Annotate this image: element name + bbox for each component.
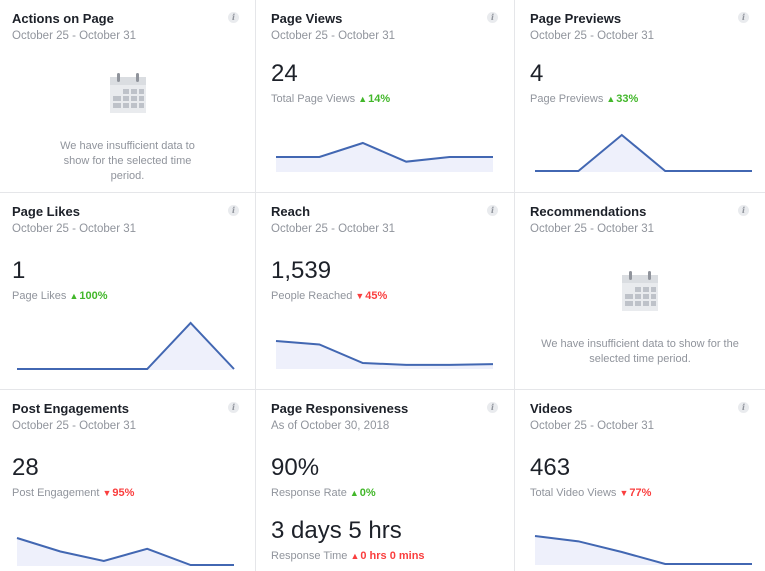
metric-value: 463 [530, 454, 571, 481]
info-icon[interactable]: i [487, 402, 498, 413]
empty-state: We have insufficient data to show for th… [0, 72, 255, 184]
metric-change: 14% [368, 93, 391, 105]
metric-change: 95% [112, 487, 135, 499]
sparkline [275, 340, 494, 369]
card-date-range: October 25 - October 31 [530, 223, 655, 235]
card-title: Page Views [271, 11, 343, 26]
card-title: Page Previews [530, 11, 622, 26]
trend-down-icon: ▼ [619, 488, 629, 498]
sparkline [16, 537, 234, 566]
metric-label: Post Engagement ▼95% [12, 487, 134, 499]
metric-label: Page Previews ▲33% [530, 93, 638, 105]
metric-change: 0 hrs 0 mins [360, 550, 425, 562]
metric-label-text: People Reached [271, 290, 353, 302]
info-icon[interactable]: i [228, 205, 239, 216]
metric-value: 1 [12, 257, 26, 284]
card-date-range: October 25 - October 31 [530, 420, 655, 432]
card-date-range: October 25 - October 31 [12, 223, 137, 235]
info-icon[interactable]: i [738, 205, 749, 216]
metric-label-text: Total Page Views [271, 93, 356, 105]
card-title: Actions on Page [12, 11, 114, 26]
metric-label: Total Page Views ▲14% [271, 93, 390, 105]
response-time-label: Response Time ▲0 hrs 0 mins [271, 550, 425, 562]
metric-label-text: Page Likes [12, 290, 67, 302]
metric-label-text: Total Video Views [530, 487, 617, 499]
card-title: Post Engagements [12, 401, 130, 416]
card-page-views[interactable]: Page Views October 25 - October 31 i 24 … [256, 0, 514, 192]
sparkline-area [17, 323, 234, 370]
card-date-range: October 25 - October 31 [12, 420, 137, 432]
metric-label-text: Response Time [271, 550, 348, 562]
response-rate-label: Response Rate ▲0% [271, 487, 376, 499]
metric-value: 1,539 [271, 257, 332, 284]
info-icon[interactable]: i [738, 402, 749, 413]
card-page-previews[interactable]: Page Previews October 25 - October 31 i … [515, 0, 765, 192]
empty-message: We have insufficient data to show for th… [60, 140, 195, 182]
insights-overview-grid: Actions on Page October 25 - October 31 … [0, 0, 765, 571]
sparkline [17, 321, 235, 370]
response-time-value: 3 days 5 hrs [271, 517, 402, 544]
info-icon[interactable]: i [487, 12, 498, 23]
sparkline [276, 141, 493, 172]
card-title: Recommendations [530, 204, 647, 219]
card-date-range: October 25 - October 31 [530, 30, 655, 42]
metric-value: 28 [12, 454, 39, 481]
metric-value: 4 [530, 60, 544, 87]
metric-change: 45% [365, 290, 388, 302]
card-actions-on-page[interactable]: Actions on Page October 25 - October 31 … [0, 0, 255, 192]
empty-message: We have insufficient data to show for th… [541, 338, 739, 365]
metric-value: 24 [271, 60, 298, 87]
calendar-icon [622, 271, 658, 311]
metric-label-text: Post Engagement [12, 487, 100, 499]
card-videos[interactable]: Videos October 25 - October 31 i 463 Tot… [515, 390, 765, 571]
card-page-likes[interactable]: Page Likes October 25 - October 31 i 1 P… [0, 193, 255, 389]
trend-up-icon: ▲ [349, 488, 359, 498]
metric-change: 33% [616, 93, 639, 105]
trend-down-icon: ▼ [355, 291, 365, 301]
metric-label: Total Video Views ▼77% [530, 487, 651, 499]
metric-change: 100% [79, 290, 108, 302]
sparkline-area [17, 538, 234, 566]
metric-label-text: Response Rate [271, 487, 347, 499]
info-icon[interactable]: i [487, 205, 498, 216]
card-title: Page Responsiveness [271, 401, 409, 416]
card-reach[interactable]: Reach October 25 - October 31 i 1,539 Pe… [256, 193, 514, 389]
metric-change: 0% [359, 487, 376, 499]
sparkline [534, 535, 752, 565]
empty-state: We have insufficient data to show for th… [515, 270, 765, 367]
sparkline [535, 133, 752, 172]
info-icon[interactable]: i [228, 402, 239, 413]
trend-up-icon: ▲ [606, 94, 616, 104]
trend-up-red-icon: ▲ [350, 551, 360, 561]
trend-up-icon: ▲ [358, 94, 368, 104]
calendar-icon [109, 73, 146, 113]
info-icon[interactable]: i [228, 12, 239, 23]
metric-label: Page Likes ▲100% [12, 290, 108, 302]
card-date-range: October 25 - October 31 [271, 223, 396, 235]
card-date-range: October 25 - October 31 [271, 30, 396, 42]
card-as-of-date: As of October 30, 2018 [271, 420, 390, 432]
info-icon[interactable]: i [738, 12, 749, 23]
card-page-responsiveness[interactable]: Page Responsiveness As of October 30, 20… [256, 390, 514, 571]
metric-change: 77% [629, 487, 652, 499]
card-title: Videos [530, 401, 573, 416]
card-title: Reach [271, 204, 311, 219]
card-recommendations[interactable]: Recommendations October 25 - October 31 … [515, 193, 765, 389]
response-rate-value: 90% [271, 454, 320, 481]
card-date-range: October 25 - October 31 [12, 30, 137, 42]
card-post-engagements[interactable]: Post Engagements October 25 - October 31… [0, 390, 255, 571]
trend-down-icon: ▼ [102, 488, 112, 498]
metric-label: People Reached ▼45% [271, 290, 387, 302]
card-title: Page Likes [12, 204, 80, 219]
trend-up-icon: ▲ [69, 291, 79, 301]
metric-label-text: Page Previews [530, 93, 604, 105]
